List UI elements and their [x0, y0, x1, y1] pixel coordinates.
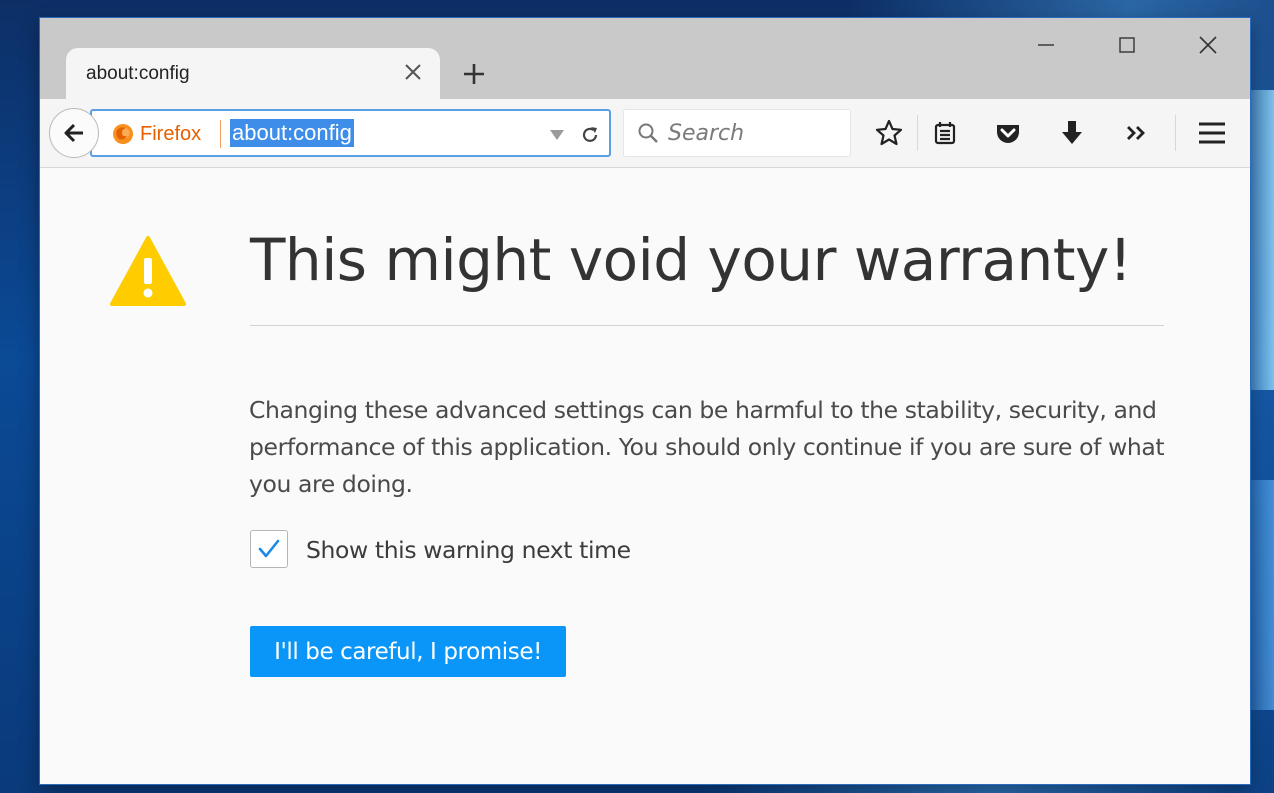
magnifier-icon [638, 123, 658, 143]
firefox-logo-icon [113, 124, 133, 144]
minimize-icon[interactable] [1026, 30, 1066, 60]
triangle-down-icon[interactable] [547, 125, 567, 145]
search-bar[interactable] [623, 109, 851, 157]
window-close-icon[interactable] [1188, 30, 1228, 60]
show-warning-label[interactable]: Show this warning next time [306, 536, 631, 564]
tab-strip: about:config [40, 18, 1250, 99]
url-bar[interactable]: Firefox about:config [90, 109, 611, 157]
close-icon[interactable] [400, 59, 426, 85]
tab-title: about:config [86, 63, 190, 84]
warning-triangle-icon [110, 236, 186, 306]
identity-label: Firefox [140, 122, 202, 145]
double-chevron-icon[interactable] [1118, 115, 1154, 151]
browser-window: about:config Firefox about:config Search… [40, 18, 1250, 784]
download-arrow-icon[interactable] [1054, 115, 1090, 151]
warning-description: Changing these advanced settings can be … [249, 396, 1165, 498]
search-input[interactable] [668, 119, 838, 147]
back-button[interactable] [49, 108, 99, 158]
identity-separator [220, 120, 221, 148]
toolbar-separator [1175, 115, 1176, 151]
maximize-icon[interactable] [1107, 30, 1147, 60]
toolbar-separator [917, 115, 918, 151]
page-content: This might void your warranty! Changing … [40, 168, 1250, 784]
tab-about-config[interactable]: about:config [66, 48, 440, 99]
accept-risk-button[interactable]: I'll be careful, I promise! [250, 626, 566, 677]
show-warning-checkbox[interactable] [250, 530, 288, 568]
plus-icon[interactable] [460, 60, 488, 88]
navigation-toolbar: Firefox about:config [40, 99, 1250, 168]
reload-icon[interactable] [577, 122, 603, 148]
library-icon[interactable] [927, 115, 963, 151]
identity-box[interactable]: Firefox [112, 121, 201, 147]
url-text[interactable]: about:config [230, 119, 354, 147]
star-icon[interactable] [871, 115, 907, 151]
hamburger-icon[interactable] [1194, 115, 1230, 151]
checkmark-icon [258, 539, 280, 558]
page-title: This might void your warranty! [250, 226, 1132, 294]
pocket-icon[interactable] [990, 115, 1026, 151]
arrow-left-icon [64, 123, 83, 143]
title-divider [250, 325, 1164, 326]
